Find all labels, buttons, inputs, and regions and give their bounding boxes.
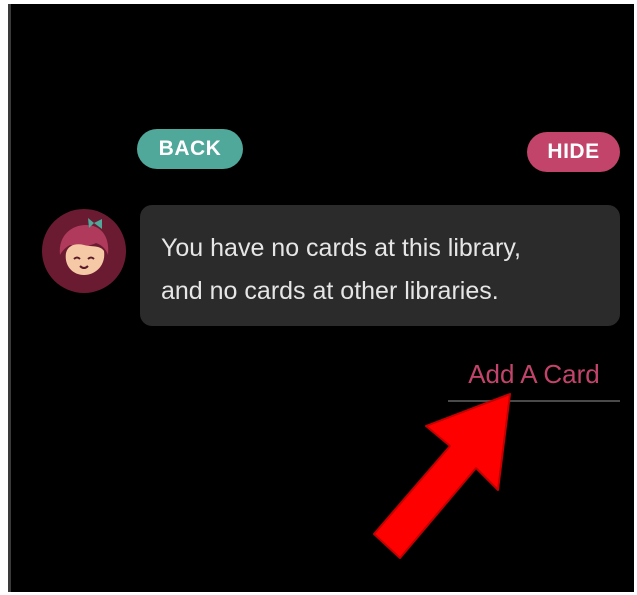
- back-button[interactable]: BACK: [137, 129, 243, 169]
- red-arrow-icon: [360, 388, 530, 560]
- message-line-2: and no cards at other libraries.: [161, 277, 499, 305]
- message-bubble: You have no cards at this library, and n…: [140, 205, 620, 326]
- screenshot-frame: BACK HIDE You have no cards at this libr…: [0, 0, 637, 595]
- message-line-1: You have no cards at this library,: [161, 234, 521, 262]
- libby-avatar-icon: [42, 209, 126, 293]
- hide-button[interactable]: HIDE: [527, 132, 620, 172]
